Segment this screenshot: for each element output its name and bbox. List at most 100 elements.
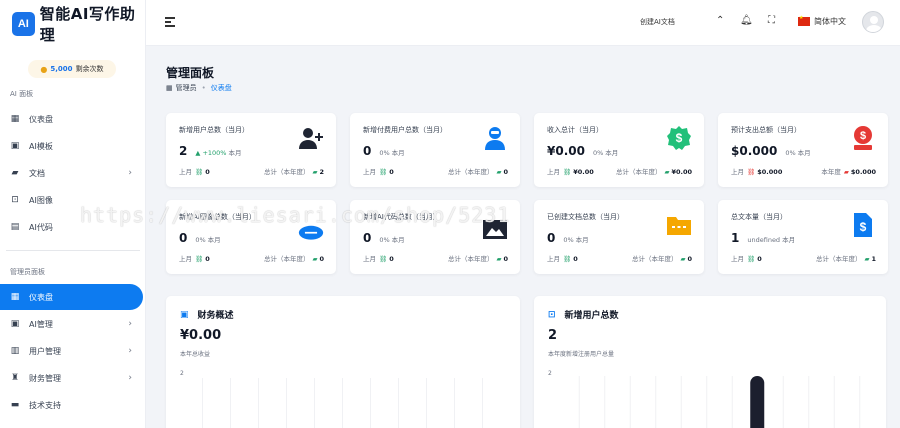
- card-title: 预计支出总额（当月）: [731, 126, 801, 134]
- fullscreen-icon[interactable]: ⛶: [768, 15, 775, 26]
- card-footer: 上月 ⛓ 0 总计（本年度） ▰ 0: [363, 253, 508, 263]
- card-left-value: 0: [205, 255, 210, 263]
- sidebar-item-admin-dashboard[interactable]: ▦ 仪表盘: [0, 284, 143, 310]
- card-footer: 上月 ⛓ 0 总计（本年度） ▰ 0: [547, 253, 692, 263]
- breadcrumb-separator: •: [201, 84, 206, 92]
- card-value-number: 1: [731, 231, 740, 245]
- sidebar-item-support[interactable]: ▬ 技术支持: [0, 392, 146, 418]
- card-left-label: 上月: [547, 255, 560, 263]
- chevron-right-icon: ›: [128, 319, 132, 329]
- card-value-number: 0: [547, 231, 556, 245]
- card-title: 新增付费用户总数（当月）: [363, 126, 447, 134]
- ai-chip-icon: ▣: [10, 141, 20, 151]
- card-value: ¥0.00 0% 本月: [547, 144, 618, 158]
- svg-text:$: $: [860, 220, 867, 234]
- brand-logo[interactable]: AI 智能AI写作助理: [12, 5, 145, 44]
- panel-title: ⊡ 新增用户总数: [548, 308, 619, 322]
- home-grid-icon: ▦: [166, 84, 173, 92]
- card-left-value: 0: [389, 255, 394, 263]
- folder-icon: ▰: [11, 168, 19, 178]
- section-title-admin: 管理员面板: [10, 268, 45, 276]
- section-title-ai: AI 面板: [10, 90, 34, 98]
- gridline: [808, 376, 810, 428]
- chevron-right-icon: ›: [128, 168, 132, 178]
- card-right-value: $0.000: [850, 168, 876, 176]
- code-icon: ▤: [10, 222, 20, 232]
- card-title: 新增用户总数（当月）: [179, 126, 249, 134]
- sidebar-divider: [6, 250, 140, 251]
- card-left-value: 0: [389, 168, 394, 176]
- chevron-right-icon: ›: [128, 346, 132, 356]
- gridline: [454, 378, 455, 428]
- card-value-number: 2: [179, 144, 188, 158]
- gridline: [604, 376, 606, 428]
- card-left-label: 上月: [363, 168, 376, 176]
- menu-toggle-icon[interactable]: [165, 17, 175, 27]
- sidebar-item-label: AI管理: [29, 319, 53, 329]
- dollar-badge-icon: $: [666, 125, 692, 151]
- stat-card-new-users: 新增用户总数（当月） 2 ▲ +100% 本月 上月 ⛓ 0 总计（本年度） ▰ 2: [166, 113, 336, 187]
- card-left-label: 上月: [547, 168, 560, 176]
- sidebar-item-ai-code[interactable]: ▤ AI代码: [0, 214, 146, 240]
- bell-icon[interactable]: 🔔︎: [740, 15, 753, 26]
- bar[interactable]: [750, 376, 765, 428]
- card-footer: 上月 ⛓ 0 总计（本年度） ▰ 0: [363, 166, 508, 176]
- sidebar-item-label: 技术支持: [29, 400, 61, 410]
- language-selector[interactable]: 简体中文: [798, 15, 846, 27]
- sidebar: AI 智能AI写作助理 ● 5,000 剩余次数 AI 面板 ▦ 仪表盘 ▣ A…: [0, 0, 146, 428]
- card-value-number: ¥0.00: [547, 144, 585, 158]
- create-ai-doc-button[interactable]: 创建AI文档: [640, 17, 675, 27]
- stat-card-text-volume: 总文本量（当月） 1 undefined 本月 上月 ⛓ 0 总计（本年度） ▰ 1 $: [718, 200, 888, 274]
- money-bag-icon: ♜: [10, 373, 20, 383]
- stat-card-expense: 预计支出总额（当月） $0.000 0% 本月 上月 ⛓ $0.000 本年度 ▰ $0.0…: [718, 113, 888, 187]
- card-right-label: 总计（本年度）: [631, 255, 678, 263]
- card-pct-value: 0%: [785, 149, 796, 157]
- link-icon: ⛓: [563, 168, 572, 176]
- sidebar-item-documents[interactable]: ▰ 文档 ›: [0, 160, 146, 186]
- sidebar-item-dashboard[interactable]: ▦ 仪表盘: [0, 106, 146, 132]
- bar-chart: [578, 376, 861, 428]
- stat-card-revenue: 收入总计（当月） ¥0.00 0% 本月 上月 ⛓ ¥0.00 总计（本年度） ▰ ¥0.0…: [534, 113, 704, 187]
- gridline: [370, 378, 371, 428]
- china-flag-icon: [798, 15, 810, 26]
- gridline: [859, 376, 861, 428]
- total-icon: ▰: [312, 168, 318, 176]
- card-right-label: 总计（本年度）: [447, 168, 494, 176]
- finance-chart: 2: [180, 370, 506, 428]
- stat-card-paid-users: 新增付费用户总数（当月） 0 0% 本月 上月 ⛓ 0 总计（本年度） ▰ 0: [350, 113, 520, 187]
- sidebar-item-ai-templates[interactable]: ▣ AI模板: [0, 133, 146, 159]
- svg-text:$: $: [676, 131, 683, 145]
- sidebar-item-label: 仪表盘: [29, 292, 53, 302]
- card-pct: 0% 本月: [379, 234, 404, 244]
- sidebar-item-label: 文档: [29, 168, 45, 178]
- card-right-value: ¥0.00: [671, 168, 692, 176]
- panel-title: ▣ 财务概述: [180, 308, 234, 322]
- cloud-icon: [298, 218, 324, 244]
- card-pct: 0% 本月: [593, 147, 618, 157]
- chevron-up-icon[interactable]: ⌃: [716, 15, 724, 26]
- card-value: 0 0% 本月: [363, 231, 405, 245]
- sidebar-item-ai-management[interactable]: ▣ AI管理 ›: [0, 311, 146, 337]
- avatar[interactable]: [862, 11, 884, 33]
- card-right-label: 总计（本年度）: [263, 255, 310, 263]
- gridline: [342, 378, 343, 428]
- panel-subtitle: 本年度新增注册用户总量: [548, 351, 615, 358]
- gridline: [426, 378, 427, 428]
- topbar: 创建AI文档 ⌃ 🔔︎ ⛶ 简体中文: [146, 0, 900, 46]
- total-icon: ▰: [680, 255, 686, 263]
- sidebar-item-finance[interactable]: ♜ 财务管理 ›: [0, 365, 146, 391]
- panel-title-text: 财务概述: [197, 311, 234, 321]
- svg-text:$: $: [860, 130, 866, 142]
- image-icon: [482, 216, 508, 242]
- total-icon: ▰: [496, 168, 502, 176]
- stat-card-ai-images: 新增AI图像总数（当月） 0 0% 本月 上月 ⛓ 0 总计（本年度） ▰ 0: [166, 200, 336, 274]
- card-pct-unit: 本月: [782, 236, 796, 244]
- sidebar-item-user-management[interactable]: ▥ 用户管理 ›: [0, 338, 146, 364]
- gridline: [258, 378, 259, 428]
- card-pct: ▲ +100% 本月: [195, 149, 242, 157]
- breadcrumb-home[interactable]: 管理员: [176, 83, 197, 93]
- gridline: [731, 376, 733, 428]
- card-pct-unit: 本月: [797, 149, 811, 157]
- gridline: [314, 378, 315, 428]
- sidebar-item-ai-images[interactable]: ⊡ AI图像: [0, 187, 146, 213]
